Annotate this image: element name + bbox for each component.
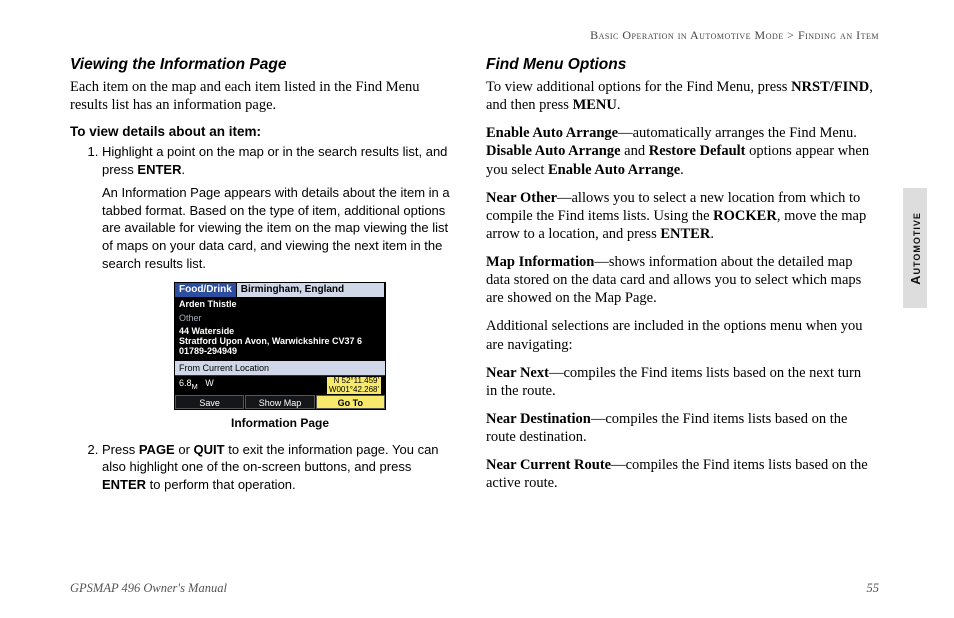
breadcrumb-page: Finding an Item bbox=[798, 28, 879, 42]
right-p3: Near Other—allows you to select a new lo… bbox=[486, 189, 874, 243]
left-column: Viewing the Information Page Each item o… bbox=[70, 52, 458, 503]
device-tabs: Food/Drink Birmingham, England bbox=[175, 283, 385, 297]
header-breadcrumb: Basic Operation in Automotive Mode > Fin… bbox=[590, 28, 879, 43]
opt-near-destination: Near Destination bbox=[486, 411, 591, 427]
footer-page-number: 55 bbox=[867, 581, 880, 596]
side-tab-label: Automotive bbox=[908, 212, 923, 285]
breadcrumb-section: Basic Operation in Automotive Mode bbox=[590, 28, 784, 42]
step1-key-enter: ENTER bbox=[137, 162, 181, 177]
figure-information-page: Food/Drink Birmingham, England Arden Thi… bbox=[102, 282, 458, 431]
breadcrumb-sep: > bbox=[784, 28, 798, 42]
device-address: 44 Waterside Stratford Upon Avon, Warwic… bbox=[175, 325, 385, 361]
device-other-label: Other bbox=[175, 311, 385, 325]
step1-para: An Information Page appears with details… bbox=[102, 184, 458, 272]
key-enter: ENTER bbox=[660, 226, 710, 242]
opt-disable-auto-arrange: Disable Auto Arrange bbox=[486, 143, 621, 159]
howto-steps: Highlight a point on the map or in the s… bbox=[70, 143, 458, 493]
step-2: Press PAGE or QUIT to exit the informati… bbox=[102, 441, 458, 494]
device-distance: 6.8M W bbox=[179, 377, 214, 394]
side-tab-automotive: Automotive bbox=[903, 188, 927, 308]
step2-a: Press bbox=[102, 442, 139, 457]
left-intro: Each item on the map and each item liste… bbox=[70, 78, 458, 114]
step1-text-b: . bbox=[181, 162, 185, 177]
figure-caption: Information Page bbox=[102, 415, 458, 431]
opt-near-next: Near Next bbox=[486, 365, 549, 381]
right-p2: Enable Auto Arrange—automatically arrang… bbox=[486, 124, 874, 178]
step-1: Highlight a point on the map or in the s… bbox=[102, 143, 458, 430]
device-btn-showmap: Show Map bbox=[245, 395, 314, 409]
right-p5: Additional selections are included in th… bbox=[486, 317, 874, 353]
opt-enable-auto-arrange-2: Enable Auto Arrange bbox=[548, 162, 680, 178]
step2-key-quit: QUIT bbox=[194, 442, 225, 457]
key-nrst-find: NRST/FIND bbox=[791, 79, 869, 95]
step2-b: or bbox=[175, 442, 194, 457]
device-screenshot: Food/Drink Birmingham, England Arden Thi… bbox=[174, 282, 386, 410]
right-heading: Find Menu Options bbox=[486, 56, 874, 74]
right-p7: Near Destination—compiles the Find items… bbox=[486, 410, 874, 446]
device-tab-location: Birmingham, England bbox=[237, 283, 385, 297]
step2-key-page: PAGE bbox=[139, 442, 175, 457]
device-distance-row: 6.8M W N 52°11.459' W001°42.268' bbox=[175, 375, 385, 395]
opt-map-information: Map Information bbox=[486, 254, 594, 270]
step2-key-enter: ENTER bbox=[102, 477, 146, 492]
right-p4: Map Information—shows information about … bbox=[486, 253, 874, 307]
key-menu: MENU bbox=[573, 97, 617, 113]
footer-manual-title: GPSMAP 496 Owner's Manual bbox=[70, 581, 227, 596]
device-btn-save: Save bbox=[175, 395, 244, 409]
device-coord2: W001°42.268' bbox=[329, 386, 379, 394]
device-item-name: Arden Thistle bbox=[175, 297, 385, 311]
device-phone: 01789-294949 bbox=[179, 347, 381, 357]
key-rocker: ROCKER bbox=[713, 208, 777, 224]
opt-near-current-route: Near Current Route bbox=[486, 457, 611, 473]
left-heading: Viewing the Information Page bbox=[70, 56, 458, 74]
device-tab-category: Food/Drink bbox=[175, 283, 237, 297]
device-buttons: Save Show Map Go To bbox=[175, 395, 385, 409]
device-from-label: From Current Location bbox=[175, 361, 385, 375]
howto-title: To view details about an item: bbox=[70, 124, 458, 139]
right-column: Find Menu Options To view additional opt… bbox=[486, 52, 874, 503]
right-p1: To view additional options for the Find … bbox=[486, 78, 874, 114]
opt-restore-default: Restore Default bbox=[649, 143, 746, 159]
opt-enable-auto-arrange: Enable Auto Arrange bbox=[486, 125, 618, 141]
device-coords: N 52°11.459' W001°42.268' bbox=[327, 377, 381, 394]
content-columns: Viewing the Information Page Each item o… bbox=[70, 52, 874, 503]
step2-d: to perform that operation. bbox=[146, 477, 296, 492]
right-p8: Near Current Route—compiles the Find ite… bbox=[486, 456, 874, 492]
device-btn-goto: Go To bbox=[316, 395, 385, 409]
opt-near-other: Near Other bbox=[486, 190, 557, 206]
right-p6: Near Next—compiles the Find items lists … bbox=[486, 364, 874, 400]
